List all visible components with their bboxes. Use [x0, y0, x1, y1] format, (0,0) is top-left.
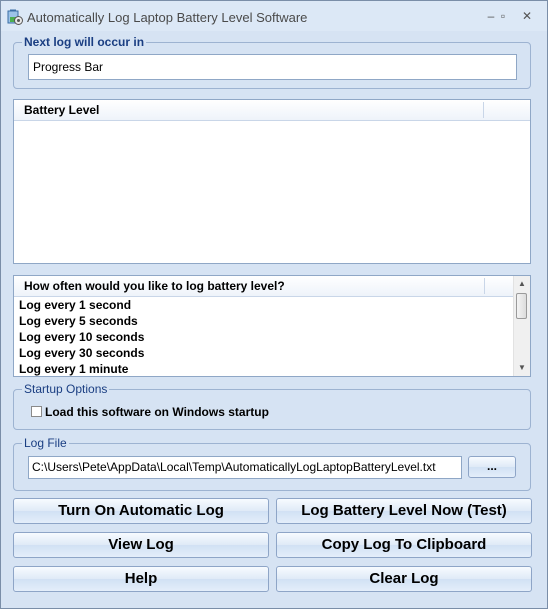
- interval-list[interactable]: How often would you like to log battery …: [13, 275, 531, 377]
- column-separator: [484, 278, 485, 294]
- copy-log-button[interactable]: Copy Log To Clipboard: [276, 532, 532, 558]
- next-log-progress-field: Progress Bar: [28, 54, 517, 80]
- log-file-label: Log File: [22, 436, 69, 450]
- app-icon: [7, 9, 23, 25]
- scroll-thumb[interactable]: [516, 293, 527, 319]
- interval-item[interactable]: Log every 30 seconds: [19, 345, 144, 361]
- window-title: Automatically Log Laptop Battery Level S…: [27, 10, 308, 25]
- interval-item[interactable]: Log every 10 seconds: [19, 329, 144, 345]
- interval-item[interactable]: Log every 5 seconds: [19, 313, 138, 329]
- scroll-up-arrow-icon[interactable]: ▲: [514, 276, 530, 292]
- turn-on-automatic-log-button[interactable]: Turn On Automatic Log: [13, 498, 269, 524]
- startup-options-group: Startup Options Load this software on Wi…: [13, 382, 531, 430]
- next-log-label: Next log will occur in: [22, 35, 147, 49]
- interval-scrollbar[interactable]: ▲ ▼: [513, 276, 530, 376]
- interval-item[interactable]: Log every 1 second: [19, 297, 131, 313]
- battery-level-list[interactable]: Battery Level: [13, 99, 531, 264]
- scroll-down-arrow-icon[interactable]: ▼: [514, 360, 530, 376]
- startup-checkbox[interactable]: [31, 406, 42, 417]
- app-window: Automatically Log Laptop Battery Level S…: [0, 0, 548, 609]
- log-file-path-field[interactable]: C:\Users\Pete\AppData\Local\Temp\Automat…: [28, 456, 462, 479]
- help-button[interactable]: Help: [13, 566, 269, 592]
- clear-log-button[interactable]: Clear Log: [276, 566, 532, 592]
- close-button[interactable]: ✕: [516, 7, 538, 25]
- interval-column: How often would you like to log battery …: [24, 279, 285, 293]
- interval-header[interactable]: How often would you like to log battery …: [14, 276, 514, 297]
- log-now-button[interactable]: Log Battery Level Now (Test): [276, 498, 532, 524]
- interval-item[interactable]: Log every 1 minute: [19, 361, 128, 377]
- startup-options-label: Startup Options: [22, 382, 110, 396]
- battery-level-column: Battery Level: [24, 103, 100, 117]
- battery-level-header[interactable]: Battery Level: [14, 100, 530, 121]
- column-separator: [483, 102, 484, 118]
- title-bar[interactable]: Automatically Log Laptop Battery Level S…: [1, 1, 547, 31]
- maximize-button[interactable]: ▫: [492, 7, 514, 25]
- startup-checkbox-label[interactable]: Load this software on Windows startup: [45, 405, 269, 419]
- view-log-button[interactable]: View Log: [13, 532, 269, 558]
- browse-button[interactable]: ...: [468, 456, 516, 478]
